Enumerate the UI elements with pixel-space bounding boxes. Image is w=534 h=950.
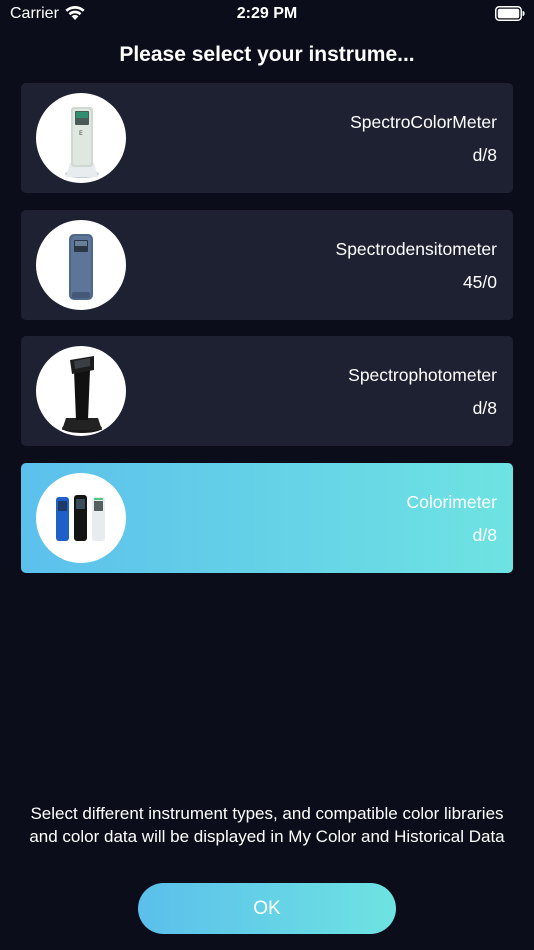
instrument-list: E SpectroColorMeter d/8 Spectrodensitome… xyxy=(21,83,513,589)
status-time: 2:29 PM xyxy=(236,5,298,22)
ok-button[interactable]: OK xyxy=(138,883,396,934)
instrument-card-colorimeter[interactable]: Colorimeter d/8 xyxy=(21,462,513,573)
instrument-card-spectrophotometer[interactable]: Spectrophotometer d/8 xyxy=(21,336,513,446)
instrument-card-spectrocolormeter[interactable]: E SpectroColorMeter d/8 xyxy=(21,83,513,193)
page-title: Please select your instrume... xyxy=(119,43,415,66)
instrument-name: SpectroColorMeter xyxy=(350,112,497,132)
battery-icon xyxy=(495,6,525,21)
instrument-name: Spectrodensitometer xyxy=(335,238,497,259)
instrument-hint-text: Select different instrument types, and c… xyxy=(29,804,505,846)
instrument-name: Spectrophotometer xyxy=(348,365,497,385)
svg-text:E: E xyxy=(79,130,83,137)
instrument-geometry: 45/0 xyxy=(462,271,497,292)
instrument-card-spectrodensitometer[interactable]: Spectrodensitometer 45/0 xyxy=(21,209,513,320)
instrument-select-screen: Carrier 2:29 PM Please select your instr… xyxy=(0,0,534,950)
colorimeter-device-image xyxy=(36,472,126,563)
status-bar: Carrier 2:29 PM xyxy=(0,0,534,28)
spectrophotometer-device-image xyxy=(36,346,126,436)
instrument-geometry: d/8 xyxy=(472,398,497,418)
spectrodensitometer-device-image xyxy=(36,219,126,310)
instrument-name: Colorimeter xyxy=(406,491,497,512)
spectrocolormeter-device-image: E xyxy=(36,93,126,183)
instrument-geometry: d/8 xyxy=(472,524,497,545)
instrument-geometry: d/8 xyxy=(472,145,497,165)
